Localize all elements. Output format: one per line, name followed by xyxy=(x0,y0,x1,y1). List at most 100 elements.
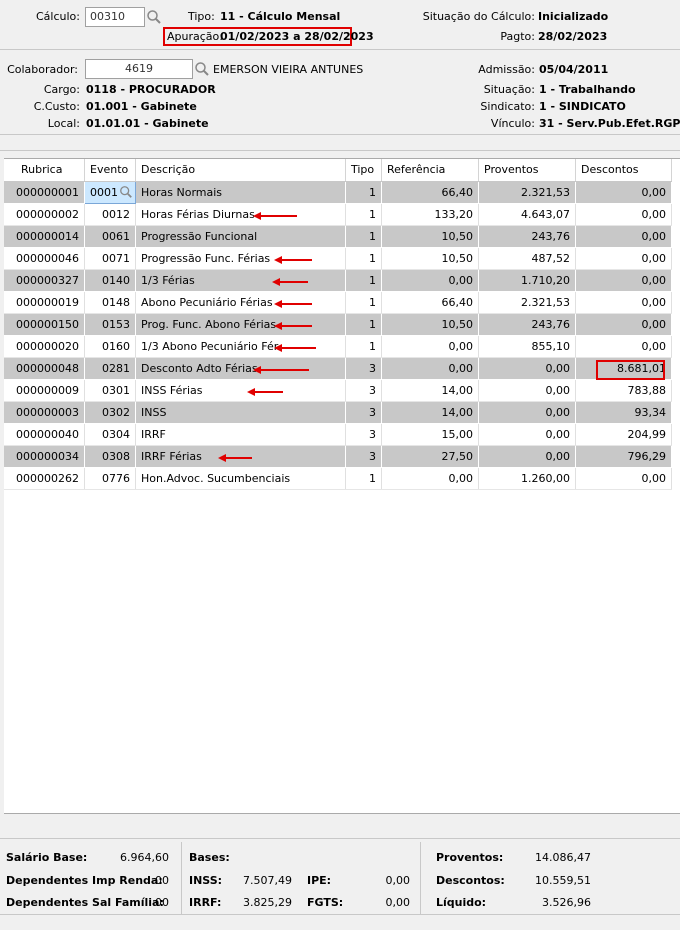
cell-rubrica[interactable]: 000000003 xyxy=(4,401,85,424)
cell-tipo[interactable]: 3 xyxy=(345,401,382,424)
cell-evento[interactable]: 0301 xyxy=(84,379,136,402)
cell-tipo[interactable]: 1 xyxy=(345,291,382,314)
cell-descricao[interactable]: Progressão Func. Férias xyxy=(135,247,346,270)
cell-proventos[interactable]: 4.643,07 xyxy=(478,203,576,226)
cell-proventos[interactable]: 2.321,53 xyxy=(478,181,576,204)
colaborador-input[interactable]: 4619 xyxy=(85,59,193,79)
cell-referencia[interactable]: 133,20 xyxy=(381,203,479,226)
cell-descontos[interactable]: 796,29 xyxy=(575,445,672,468)
cell-evento[interactable]: 0148 xyxy=(84,291,136,314)
table-row[interactable]: 000000020 0160 1/3 Abono Pecuniário Fér 1 0,… xyxy=(4,335,672,358)
cell-tipo[interactable]: 1 xyxy=(345,467,382,490)
cell-descricao[interactable]: Abono Pecuniário Férias xyxy=(135,291,346,314)
cell-descontos[interactable]: 0,00 xyxy=(575,269,672,292)
cell-tipo[interactable]: 1 xyxy=(345,313,382,336)
cell-descricao[interactable]: INSS xyxy=(135,401,346,424)
table-row[interactable]: 000000003 0302 INSS 3 14,00 0,00 93,34 xyxy=(4,401,672,424)
cell-proventos[interactable]: 487,52 xyxy=(478,247,576,270)
cell-evento[interactable]: 0001 xyxy=(84,180,136,204)
cell-descricao[interactable]: Hon.Advoc. Sucumbenciais xyxy=(135,467,346,490)
cell-proventos[interactable]: 0,00 xyxy=(478,401,576,424)
table-row[interactable]: 000000002 0012 Horas Férias Diurnas 1 133,20… xyxy=(4,203,672,226)
cell-descontos[interactable]: 0,00 xyxy=(575,225,672,248)
cell-evento[interactable]: 0061 xyxy=(84,225,136,248)
cell-referencia[interactable]: 10,50 xyxy=(381,313,479,336)
cell-evento[interactable]: 0776 xyxy=(84,467,136,490)
cell-referencia[interactable]: 10,50 xyxy=(381,247,479,270)
cell-rubrica[interactable]: 000000150 xyxy=(4,313,85,336)
cell-descontos[interactable]: 0,00 xyxy=(575,467,672,490)
cell-descontos[interactable]: 783,88 xyxy=(575,379,672,402)
table-row[interactable]: 000000150 0153 Prog. Func. Abono Férias 1 10… xyxy=(4,313,672,336)
cell-tipo[interactable]: 3 xyxy=(345,357,382,380)
col-header-rubrica[interactable]: Rubrica xyxy=(4,159,85,182)
cell-tipo[interactable]: 3 xyxy=(345,445,382,468)
col-header-proventos[interactable]: Proventos xyxy=(478,159,576,182)
cell-rubrica[interactable]: 000000040 xyxy=(4,423,85,446)
cell-tipo[interactable]: 1 xyxy=(345,335,382,358)
cell-evento[interactable]: 0160 xyxy=(84,335,136,358)
cell-descricao[interactable]: 1/3 Abono Pecuniário Fér xyxy=(135,335,346,358)
col-header-tipo[interactable]: Tipo xyxy=(345,159,382,182)
cell-referencia[interactable]: 10,50 xyxy=(381,225,479,248)
cell-proventos[interactable]: 0,00 xyxy=(478,423,576,446)
cell-evento[interactable]: 0153 xyxy=(84,313,136,336)
cell-proventos[interactable]: 1.710,20 xyxy=(478,269,576,292)
cell-referencia[interactable]: 0,00 xyxy=(381,357,479,380)
table-row[interactable]: 000000046 0071 Progressão Func. Férias 1 10,… xyxy=(4,247,672,270)
cell-evento[interactable]: 0302 xyxy=(84,401,136,424)
table-row[interactable]: 000000001 0001 Horas Normais 1 66,40 2.321,53… xyxy=(4,180,672,204)
cell-rubrica[interactable]: 000000034 xyxy=(4,445,85,468)
col-header-evento[interactable]: Evento xyxy=(84,159,136,182)
search-icon[interactable] xyxy=(146,9,162,25)
cell-proventos[interactable]: 243,76 xyxy=(478,225,576,248)
cell-descricao[interactable]: Horas Férias Diurnas xyxy=(135,203,346,226)
table-row[interactable]: 000000009 0301 INSS Férias 3 14,00 0,00 783,88 xyxy=(4,379,672,402)
cell-descontos[interactable]: 0,00 xyxy=(575,203,672,226)
cell-evento[interactable]: 0071 xyxy=(84,247,136,270)
table-row[interactable]: 000000040 0304 IRRF 3 15,00 0,00 204,99 xyxy=(4,423,672,446)
cell-descontos[interactable]: 0,00 xyxy=(575,291,672,314)
cell-rubrica[interactable]: 000000014 xyxy=(4,225,85,248)
cell-descricao[interactable]: 1/3 Férias xyxy=(135,269,346,292)
cell-proventos[interactable]: 2.321,53 xyxy=(478,291,576,314)
table-row[interactable]: 000000262 0776 Hon.Advoc. Sucumbenciais 1 0,… xyxy=(4,467,672,490)
cell-evento[interactable]: 0304 xyxy=(84,423,136,446)
cell-tipo[interactable]: 3 xyxy=(345,423,382,446)
cell-descontos[interactable]: 0,00 xyxy=(575,313,672,336)
cell-descricao[interactable]: IRRF xyxy=(135,423,346,446)
cell-proventos[interactable]: 855,10 xyxy=(478,335,576,358)
payroll-grid[interactable]: Rubrica Evento Descrição Tipo Referência… xyxy=(4,158,680,814)
table-row[interactable]: 000000034 0308 IRRF Férias 3 27,50 0,00 796,29 xyxy=(4,445,672,468)
cell-proventos[interactable]: 0,00 xyxy=(478,379,576,402)
cell-rubrica[interactable]: 000000002 xyxy=(4,203,85,226)
cell-rubrica[interactable]: 000000327 xyxy=(4,269,85,292)
cell-descricao[interactable]: INSS Férias xyxy=(135,379,346,402)
search-icon[interactable] xyxy=(194,61,210,77)
cell-evento[interactable]: 0012 xyxy=(84,203,136,226)
search-icon[interactable] xyxy=(119,185,133,199)
cell-rubrica[interactable]: 000000020 xyxy=(4,335,85,358)
cell-tipo[interactable]: 1 xyxy=(345,247,382,270)
table-row[interactable]: 000000014 0061 Progressão Funcional 1 10,50 2… xyxy=(4,225,672,248)
cell-descricao[interactable]: Desconto Adto Férias xyxy=(135,357,346,380)
cell-rubrica[interactable]: 000000262 xyxy=(4,467,85,490)
cell-proventos[interactable]: 0,00 xyxy=(478,357,576,380)
cell-tipo[interactable]: 1 xyxy=(345,203,382,226)
cell-descricao[interactable]: Prog. Func. Abono Férias xyxy=(135,313,346,336)
calculo-input[interactable]: 00310 xyxy=(85,7,145,27)
table-row[interactable]: 000000048 0281 Desconto Adto Férias 3 0,00 0,… xyxy=(4,357,672,380)
col-header-referencia[interactable]: Referência xyxy=(381,159,479,182)
cell-tipo[interactable]: 1 xyxy=(345,225,382,248)
cell-descontos[interactable]: 0,00 xyxy=(575,181,672,204)
col-header-descricao[interactable]: Descrição xyxy=(135,159,346,182)
cell-descricao[interactable]: IRRF Férias xyxy=(135,445,346,468)
cell-referencia[interactable]: 27,50 xyxy=(381,445,479,468)
cell-evento[interactable]: 0308 xyxy=(84,445,136,468)
cell-proventos[interactable]: 1.260,00 xyxy=(478,467,576,490)
cell-evento[interactable]: 0281 xyxy=(84,357,136,380)
cell-referencia[interactable]: 14,00 xyxy=(381,401,479,424)
table-row[interactable]: 000000327 0140 1/3 Férias 1 0,00 1.710,20 0,00 xyxy=(4,269,672,292)
cell-descontos[interactable]: 0,00 xyxy=(575,247,672,270)
cell-rubrica[interactable]: 000000019 xyxy=(4,291,85,314)
